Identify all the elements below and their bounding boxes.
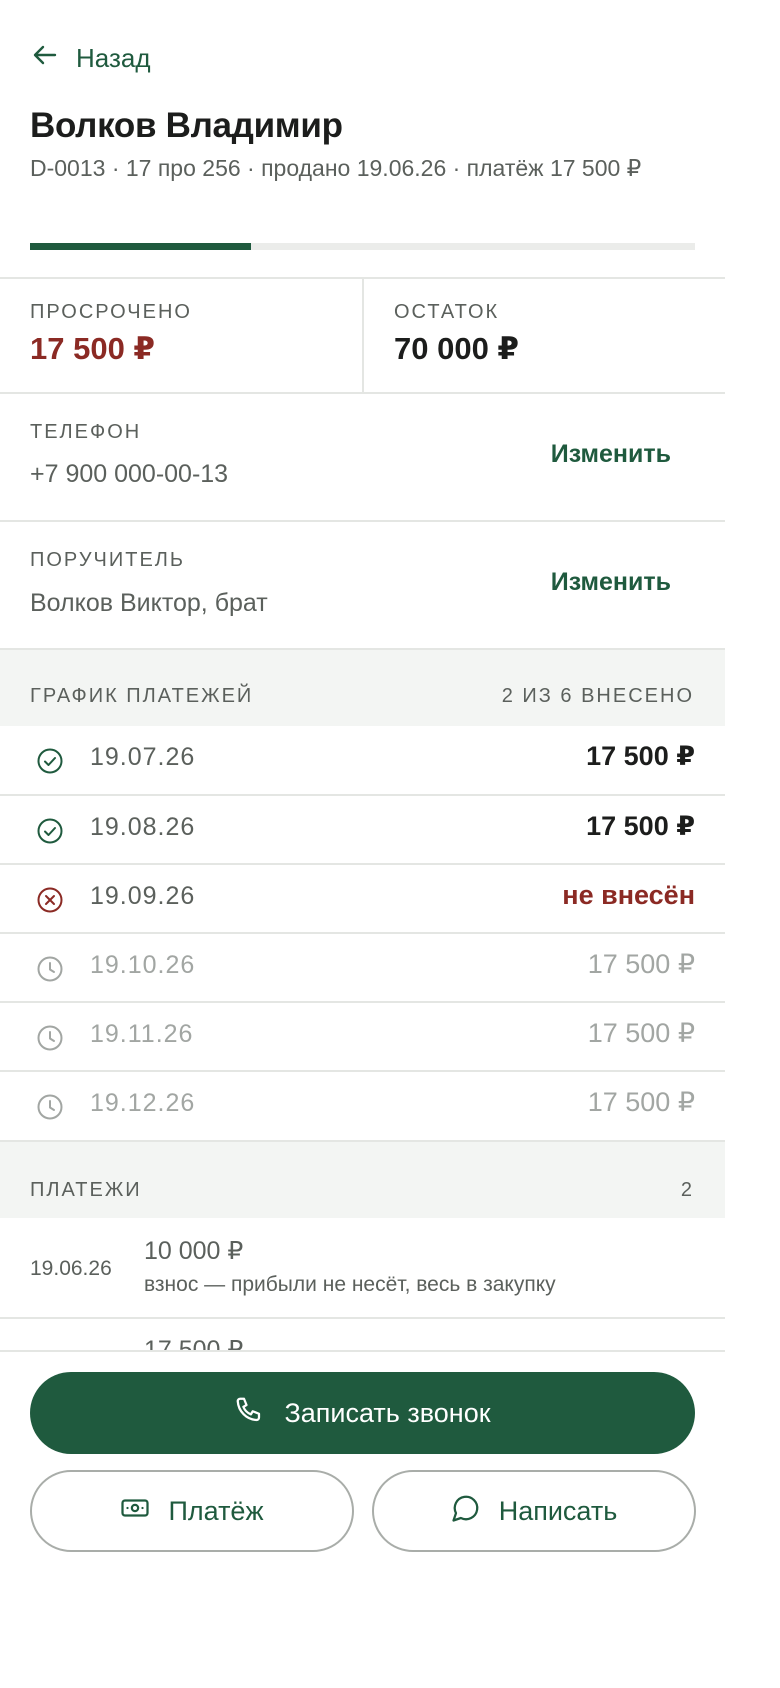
schedule-date: 19.12.26: [90, 1089, 196, 1117]
client-name: Волков Владимир: [30, 106, 343, 145]
schedule-title: ГРАФИК ПЛАТЕЖЕЙ: [30, 685, 254, 707]
log-call-label: Записать звонок: [284, 1397, 491, 1428]
schedule-date: 19.07.26: [90, 743, 196, 771]
phone-label: ТЕЛЕФОН: [30, 421, 142, 443]
banknote-icon: [120, 1493, 150, 1530]
guarantor-field: ПОРУЧИТЕЛЬ Волков Виктор, брат Изменить: [0, 522, 725, 648]
schedule-row[interactable]: 19.08.26 17 500 ₽: [0, 796, 725, 865]
clock-icon: [36, 1024, 64, 1052]
phone-value: +7 900 000-00-13: [30, 460, 229, 488]
schedule-row[interactable]: 19.10.26 17 500 ₽: [0, 934, 725, 1003]
log-call-button[interactable]: Записать звонок: [30, 1372, 695, 1454]
phone-icon: [234, 1395, 264, 1432]
payments-count: 2: [680, 1179, 694, 1201]
send-message-button[interactable]: Написать: [372, 1470, 696, 1552]
schedule-amount: 17 500 ₽: [587, 1087, 695, 1117]
schedule-date: 19.08.26: [90, 813, 196, 841]
schedule-date: 19.11.26: [90, 1020, 194, 1048]
clock-icon: [36, 1093, 64, 1121]
schedule-row[interactable]: 19.09.26 не внесён: [0, 865, 725, 934]
payment-item[interactable]: 19.06.26 10 000 ₽ взнос — прибыли не нес…: [0, 1218, 725, 1317]
schedule-amount: 17 500 ₽: [587, 1018, 695, 1048]
payments-header: ПЛАТЕЖИ 2: [0, 1142, 725, 1218]
overdue-stat: ПРОСРОЧЕНО 17 500 ₽: [0, 279, 362, 392]
payment-progress-bar: [30, 243, 695, 250]
overdue-value: 17 500 ₽: [30, 331, 155, 366]
phone-field: ТЕЛЕФОН +7 900 000-00-13 Изменить: [0, 394, 725, 520]
chat-bubble-icon: [451, 1493, 481, 1530]
payment-amount: 10 000 ₽: [144, 1237, 244, 1265]
send-message-label: Написать: [498, 1495, 618, 1526]
schedule-amount: 17 500 ₽: [586, 811, 695, 841]
schedule-amount: 17 500 ₽: [586, 741, 695, 771]
edit-guarantor-button[interactable]: Изменить: [551, 568, 671, 597]
add-payment-button[interactable]: Платёж: [30, 1470, 354, 1552]
back-button[interactable]: Назад: [30, 38, 151, 78]
schedule-amount: 17 500 ₽: [587, 949, 695, 979]
payment-note: взнос — прибыли не несёт, весь в закупку: [144, 1273, 556, 1296]
add-payment-label: Платёж: [168, 1495, 264, 1526]
schedule-summary: 2 ИЗ 6 ВНЕСЕНО: [501, 685, 694, 707]
deal-summary: D-0013 · 17 про 256 · продано 19.06.26 ·…: [30, 155, 642, 181]
schedule-date: 19.09.26: [90, 882, 196, 910]
schedule-date: 19.10.26: [90, 951, 196, 979]
payment-progress-fill: [30, 243, 252, 250]
payments-title: ПЛАТЕЖИ: [30, 1179, 142, 1201]
back-label: Назад: [76, 42, 151, 73]
clock-icon: [36, 955, 64, 983]
check-circle-icon: [36, 747, 64, 775]
action-bar: Записать звонок Платёж Написать: [0, 1350, 725, 1568]
schedule-row[interactable]: 19.12.26 17 500 ₽: [0, 1072, 725, 1141]
x-circle-icon: [36, 886, 64, 914]
edit-phone-button[interactable]: Изменить: [551, 440, 671, 469]
schedule-row[interactable]: 19.11.26 17 500 ₽: [0, 1003, 725, 1072]
schedule-header: ГРАФИК ПЛАТЕЖЕЙ 2 ИЗ 6 ВНЕСЕНО: [0, 650, 725, 726]
guarantor-label: ПОРУЧИТЕЛЬ: [30, 549, 186, 571]
overdue-label: ПРОСРОЧЕНО: [30, 301, 192, 323]
schedule-amount: не внесён: [562, 880, 695, 910]
arrow-left-icon: [30, 40, 60, 77]
guarantor-value: Волков Виктор, брат: [30, 589, 268, 617]
remaining-value: 70 000 ₽: [394, 331, 519, 366]
check-circle-icon: [36, 817, 64, 845]
remaining-stat: ОСТАТОК 70 000 ₽: [364, 279, 725, 392]
remaining-label: ОСТАТОК: [394, 301, 500, 323]
payment-date: 19.06.26: [30, 1257, 112, 1280]
schedule-row[interactable]: 19.07.26 17 500 ₽: [0, 726, 725, 795]
